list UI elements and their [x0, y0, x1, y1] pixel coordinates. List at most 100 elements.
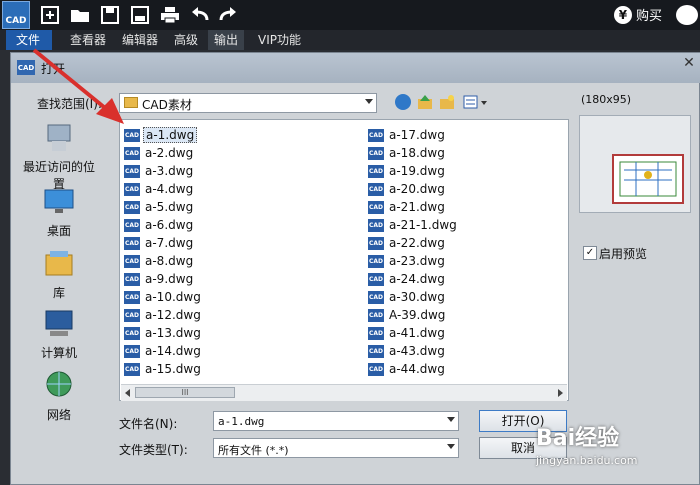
file-item[interactable]: CAD a-19.dwg — [368, 162, 447, 180]
file-name: a-9.dwg — [145, 272, 194, 286]
horizontal-scrollbar[interactable]: III — [121, 384, 567, 401]
file-item[interactable]: CAD a-14.dwg — [124, 342, 203, 360]
folder-icon — [124, 97, 138, 108]
user-icon[interactable] — [676, 5, 698, 25]
file-item[interactable]: CAD a-43.dwg — [368, 342, 447, 360]
place-computer[interactable]: 计算机 — [21, 307, 97, 361]
dwg-file-icon: CAD — [368, 164, 384, 178]
file-list[interactable]: CAD a-1.dwg CAD a-2.dwg CAD a-3.dwg CAD a-4.dwg… — [119, 119, 569, 401]
preview-checkbox[interactable]: ✓ — [583, 246, 597, 260]
undo-icon[interactable] — [188, 3, 212, 27]
dwg-file-icon: CAD — [124, 164, 140, 178]
file-item[interactable]: CAD A-39.dwg — [368, 306, 447, 324]
file-item[interactable]: CAD a-17.dwg — [368, 126, 447, 144]
file-name: a-21-1.dwg — [389, 218, 457, 232]
file-item[interactable]: CAD a-41.dwg — [368, 324, 447, 342]
menu-file[interactable]: 文件 — [6, 30, 52, 50]
file-item[interactable]: CAD a-6.dwg — [124, 216, 195, 234]
scroll-left-icon[interactable] — [125, 389, 130, 397]
file-item[interactable]: CAD a-2.dwg — [124, 144, 195, 162]
file-name: a-5.dwg — [145, 200, 194, 214]
file-item[interactable]: CAD a-24.dwg — [368, 270, 447, 288]
redo-icon[interactable] — [216, 3, 240, 27]
file-item[interactable]: CAD a-7.dwg — [124, 234, 195, 252]
buy-button[interactable]: ¥ 购买 — [613, 5, 662, 24]
menu-vip[interactable]: VIP功能 — [252, 30, 307, 50]
file-name: a-43.dwg — [389, 344, 445, 358]
save-pdf-icon[interactable] — [128, 3, 152, 27]
filetype-value: 所有文件 (*.*) — [218, 444, 289, 457]
file-item[interactable]: CAD a-4.dwg — [124, 180, 195, 198]
place-recent[interactable]: 最近访问的位置 — [21, 121, 97, 192]
file-name: a-1.dwg — [143, 127, 198, 143]
dwg-file-icon: CAD — [124, 326, 140, 340]
file-name: a-41.dwg — [389, 326, 445, 340]
scroll-thumb[interactable]: III — [135, 387, 235, 398]
app-logo[interactable]: CAD — [2, 1, 30, 29]
save-icon[interactable] — [98, 3, 122, 27]
back-icon[interactable] — [395, 94, 411, 110]
file-item[interactable]: CAD a-13.dwg — [124, 324, 203, 342]
file-item[interactable]: CAD a-18.dwg — [368, 144, 447, 162]
file-item[interactable]: CAD a-8.dwg — [124, 252, 195, 270]
file-item[interactable]: CAD a-5.dwg — [124, 198, 195, 216]
file-name: a-44.dwg — [389, 362, 445, 376]
dwg-file-icon: CAD — [368, 308, 384, 322]
file-item[interactable]: CAD a-21-1.dwg — [368, 216, 459, 234]
view-menu-icon[interactable] — [463, 94, 489, 110]
place-network[interactable]: 网络 — [21, 369, 97, 423]
menu-advanced[interactable]: 高级 — [168, 30, 204, 50]
file-item[interactable]: CAD a-44.dwg — [368, 360, 447, 378]
dwg-file-icon: CAD — [368, 254, 384, 268]
file-item[interactable]: CAD a-10.dwg — [124, 288, 203, 306]
menu-viewer[interactable]: 查看器 — [64, 30, 112, 50]
file-item[interactable]: CAD a-1.dwg — [124, 126, 198, 144]
place-label: 计算机 — [40, 346, 77, 360]
dwg-file-icon: CAD — [124, 182, 140, 196]
file-item[interactable]: CAD a-9.dwg — [124, 270, 195, 288]
file-name: a-12.dwg — [145, 308, 201, 322]
file-item[interactable]: CAD a-12.dwg — [124, 306, 203, 324]
open-folder-icon[interactable] — [68, 3, 92, 27]
dwg-file-icon: CAD — [124, 344, 140, 358]
file-name: a-22.dwg — [389, 236, 445, 250]
file-item[interactable]: CAD a-30.dwg — [368, 288, 447, 306]
lookin-combo[interactable]: CAD素材 — [119, 93, 377, 113]
dwg-file-icon: CAD — [368, 290, 384, 304]
file-name: a-17.dwg — [389, 128, 445, 142]
menu-editor[interactable]: 编辑器 — [116, 30, 164, 50]
file-item[interactable]: CAD a-23.dwg — [368, 252, 447, 270]
close-icon[interactable]: ✕ — [679, 55, 699, 73]
filename-input[interactable]: a-1.dwg — [213, 411, 459, 431]
file-name: a-2.dwg — [145, 146, 194, 160]
dwg-file-icon: CAD — [368, 128, 384, 142]
dwg-file-icon: CAD — [368, 200, 384, 214]
dialog-titlebar[interactable]: CAD 打开 ✕ — [11, 53, 700, 83]
buy-label: 购买 — [635, 9, 662, 24]
lookin-value: CAD素材 — [142, 98, 192, 112]
scroll-right-icon[interactable] — [558, 389, 563, 397]
file-item[interactable]: CAD a-22.dwg — [368, 234, 447, 252]
preview-size: (180x95) — [581, 93, 632, 106]
place-library[interactable]: 库 — [21, 247, 97, 301]
file-item[interactable]: CAD a-15.dwg — [124, 360, 203, 378]
file-item[interactable]: CAD a-21.dwg — [368, 198, 447, 216]
watermark-url: jingyan.baidu.com — [536, 454, 638, 467]
up-folder-icon[interactable] — [417, 94, 433, 110]
file-name: a-13.dwg — [145, 326, 201, 340]
filetype-select[interactable]: 所有文件 (*.*) — [213, 438, 459, 458]
lookin-label: 查找范围(I): — [37, 97, 102, 111]
drawing-thumbnail — [612, 154, 684, 204]
dwg-file-icon: CAD — [368, 182, 384, 196]
print-icon[interactable] — [158, 3, 182, 27]
file-item[interactable]: CAD a-3.dwg — [124, 162, 195, 180]
file-item[interactable]: CAD a-20.dwg — [368, 180, 447, 198]
menu-output[interactable]: 输出 — [208, 30, 245, 50]
chevron-down-icon — [447, 417, 455, 422]
new-folder-icon[interactable] — [439, 94, 455, 110]
new-file-icon[interactable] — [38, 3, 62, 27]
place-desktop[interactable]: 桌面 — [21, 185, 97, 239]
file-name: a-21.dwg — [389, 200, 445, 214]
library-icon — [42, 247, 76, 281]
recent-places-icon — [42, 121, 76, 155]
